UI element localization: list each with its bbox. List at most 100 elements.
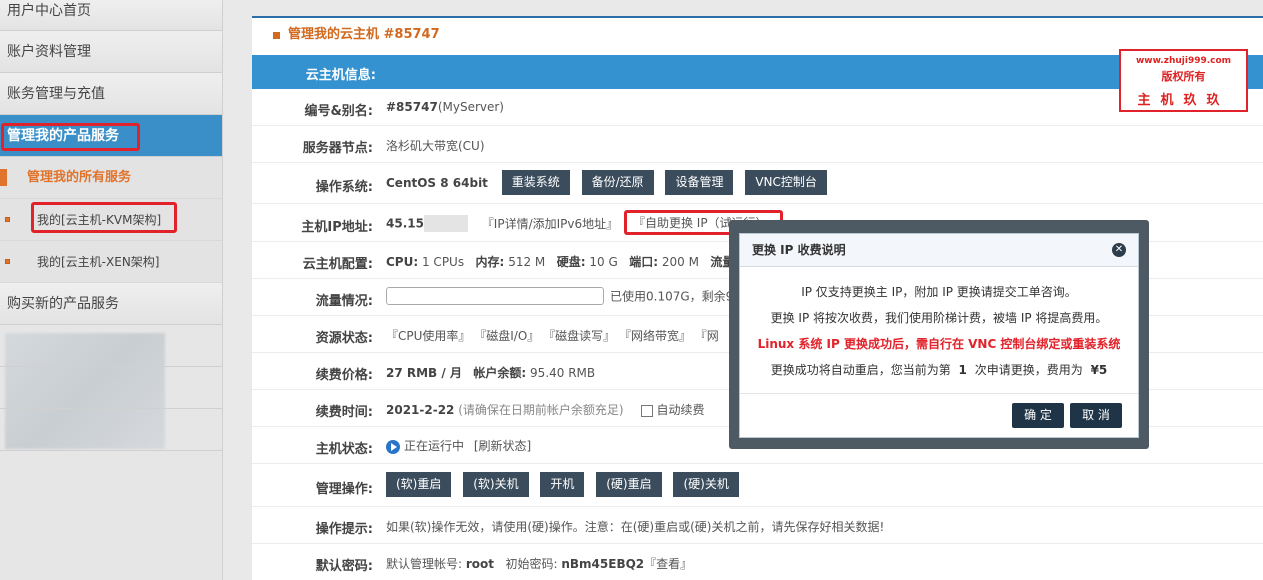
row-label: 编号&别名: — [304, 104, 373, 119]
server-id: #85747 — [386, 100, 438, 114]
hard-reboot-button[interactable]: (硬)重启 — [596, 472, 662, 497]
dialog-warning-line: Linux 系统 IP 更换成功后，需自行在 VNC 控制台绑定或重装系统 — [757, 337, 1121, 351]
cpu-key: CPU: — [386, 255, 419, 269]
divider — [0, 366, 222, 367]
sidebar: 用户中心首页 账户资料管理 账务管理与充值 管理我的产品服务 管理我的所有服务 … — [0, 0, 223, 580]
row-label: 主机IP地址: — [301, 220, 373, 235]
row-value: 已使用0.107G，剩余99 — [386, 287, 741, 305]
running-icon — [386, 439, 400, 454]
soft-shutdown-button[interactable]: (软)关机 — [463, 472, 529, 497]
row-label: 续费价格: — [315, 368, 373, 383]
balance-key: 帐户余额: — [473, 366, 527, 380]
bullet-icon — [5, 217, 10, 222]
status-value: 正在运行中 — [404, 439, 465, 453]
disk-value: 10 G — [589, 255, 618, 269]
sidebar-sub-xen[interactable]: 我的[云主机-XEN架构] — [0, 241, 222, 283]
port-value: 200 M — [661, 255, 699, 269]
cancel-button[interactable]: 取 消 — [1070, 403, 1122, 428]
info-header-label: 云主机信息: — [305, 68, 376, 83]
disk-io-link[interactable]: 『磁盘I/O』 — [474, 329, 539, 343]
refresh-status-link[interactable]: [刷新状态] — [474, 439, 531, 453]
row-ops: 管理操作: (软)重启 (软)关机 开机 (硬)重启 (硬)关机 — [252, 464, 1263, 507]
row-id: 编号&别名: #85747(MyServer) — [252, 89, 1263, 126]
os-value: CentOS 8 64bit — [386, 175, 488, 190]
init-pwd-key: 初始密码: — [505, 557, 558, 571]
sidebar-item-account-profile[interactable]: 账户资料管理 — [0, 31, 222, 73]
row-node: 服务器节点: 洛杉矶大带宽(CU) — [252, 126, 1263, 163]
device-manage-button[interactable]: 设备管理 — [665, 170, 734, 195]
cpu-usage-link[interactable]: 『CPU使用率』 — [386, 329, 470, 343]
page-title-text: 管理我的云主机 #85747 — [288, 27, 440, 42]
highlight-box — [31, 202, 177, 233]
sidebar-item-buy[interactable]: 购买新的产品服务 — [0, 283, 222, 325]
row-value: 默认管理帐号: root 初始密码: nBm45EBQ2『查看』 — [386, 555, 692, 572]
ip-redacted — [423, 215, 468, 232]
disk-rw-link[interactable]: 『磁盘读写』 — [543, 329, 615, 343]
divider — [0, 408, 222, 409]
sidebar-item-manage-products[interactable]: 管理我的产品服务 — [0, 115, 222, 157]
row-value: 『CPU使用率』 『磁盘I/O』 『磁盘读写』 『网络带宽』 『网 — [386, 327, 719, 344]
sidebar-sub-label: 管理我的所有服务 — [27, 170, 132, 185]
active-marker — [0, 169, 7, 186]
vnc-console-button[interactable]: VNC控制台 — [745, 170, 827, 195]
row-label: 云主机配置: — [302, 257, 373, 272]
hard-shutdown-button[interactable]: (硬)关机 — [673, 472, 739, 497]
balance-value: 95.40 RMB — [530, 366, 596, 380]
row-label: 资源状态: — [315, 331, 373, 346]
power-on-button[interactable]: 开机 — [540, 472, 585, 497]
row-tip: 操作提示: 如果(软)操作无效，请使用(硬)操作。注意：在(硬)重启或(硬)关机… — [252, 507, 1263, 544]
dialog-line: 更换 IP 将按次收费，我们使用阶梯计费，被墙 IP 将提高费用。 — [770, 311, 1108, 325]
view-password-link[interactable]: 『查看』 — [644, 557, 692, 571]
disk-key: 硬盘: — [556, 255, 586, 269]
ip-details-link[interactable]: 『IP详情/添加IPv6地址』 — [482, 217, 618, 231]
divider — [0, 450, 222, 451]
renew-note: (请确保在日期前帐户余额充足) — [458, 403, 624, 417]
row-value: 2021-2-22 (请确保在日期前帐户余额充足) 自动续费 『马 — [386, 401, 752, 418]
title-square-icon — [273, 32, 280, 39]
traffic-value: 已使用0.107G，剩余99 — [610, 289, 741, 304]
node-value: 洛杉矶大带宽(CU) — [386, 139, 485, 153]
dialog-fee-line: 更换成功将自动重启，您当前为第 1 次申请更换，费用为 ¥5 — [740, 357, 1138, 383]
ip-value: 45.15 — [386, 216, 424, 231]
net-link[interactable]: 『网 — [695, 329, 719, 343]
fee-text-a: 更换成功将自动重启，您当前为第 — [770, 363, 951, 377]
soft-reboot-button[interactable]: (软)重启 — [386, 472, 452, 497]
cpu-value: 1 CPUs — [421, 255, 465, 269]
row-password: 默认密码: 默认管理帐号: root 初始密码: nBm45EBQ2『查看』 — [252, 544, 1263, 580]
watermark: www.zhuji999.com 版权所有 主机玖玖 — [1119, 49, 1248, 112]
row-os: 操作系统: CentOS 8 64bit 重装系统 备份/还原 设备管理 VNC… — [252, 163, 1263, 204]
tip-value: 如果(软)操作无效，请使用(硬)操作。注意：在(硬)重启或(硬)关机之前，请先保… — [386, 520, 885, 534]
sidebar-sub-all-services[interactable]: 管理我的所有服务 — [0, 157, 222, 199]
row-value: #85747(MyServer) — [386, 100, 504, 114]
confirm-button[interactable]: 确 定 — [1012, 403, 1064, 428]
sidebar-item-home[interactable]: 用户中心首页 — [0, 0, 222, 31]
row-value: 正在运行中 [刷新状态] — [386, 437, 531, 454]
dialog-footer: 确 定 取 消 — [740, 393, 1138, 437]
admin-user-value: root — [465, 557, 495, 571]
info-header-bar: 云主机信息: — [252, 55, 1263, 89]
bullet-icon — [5, 259, 10, 264]
row-value: (软)重启 (软)关机 开机 (硬)重启 (硬)关机 — [386, 472, 747, 497]
renew-date: 2021-2-22 — [386, 403, 455, 417]
reinstall-button[interactable]: 重装系统 — [501, 170, 570, 195]
close-icon[interactable]: ✕ — [1112, 243, 1126, 257]
price-value: 27 RMB / 月 — [386, 366, 462, 380]
auto-renew-checkbox[interactable] — [641, 404, 654, 417]
dialog-header: 更换 IP 收费说明 ✕ — [740, 234, 1138, 267]
net-bandwidth-link[interactable]: 『网络带宽』 — [619, 329, 691, 343]
sidebar-item-billing[interactable]: 账务管理与充值 — [0, 73, 222, 115]
sidebar-sub-kvm[interactable]: 我的[云主机-KVM架构] — [0, 199, 222, 241]
watermark-copyright: 版权所有 — [1161, 70, 1206, 83]
row-value: CPU: 1 CPUs 内存: 512 M 硬盘: 10 G 端口: 200 M… — [386, 253, 734, 270]
traffic-progress-bar — [386, 287, 604, 305]
sidebar-sub-label: 我的[云主机-XEN架构] — [37, 255, 160, 269]
apply-count: 1 — [958, 363, 967, 377]
backup-restore-button[interactable]: 备份/还原 — [581, 170, 654, 195]
blurred-image — [5, 333, 165, 449]
fee-amount: ¥5 — [1090, 363, 1108, 377]
dialog-line: IP 仅支持更换主 IP，附加 IP 更换请提交工单咨询。 — [801, 285, 1077, 299]
row-label: 默认密码: — [315, 559, 373, 574]
init-pwd-value: nBm45EBQ2 — [561, 557, 645, 571]
row-label: 操作系统: — [315, 180, 373, 195]
mem-value: 512 M — [508, 255, 546, 269]
